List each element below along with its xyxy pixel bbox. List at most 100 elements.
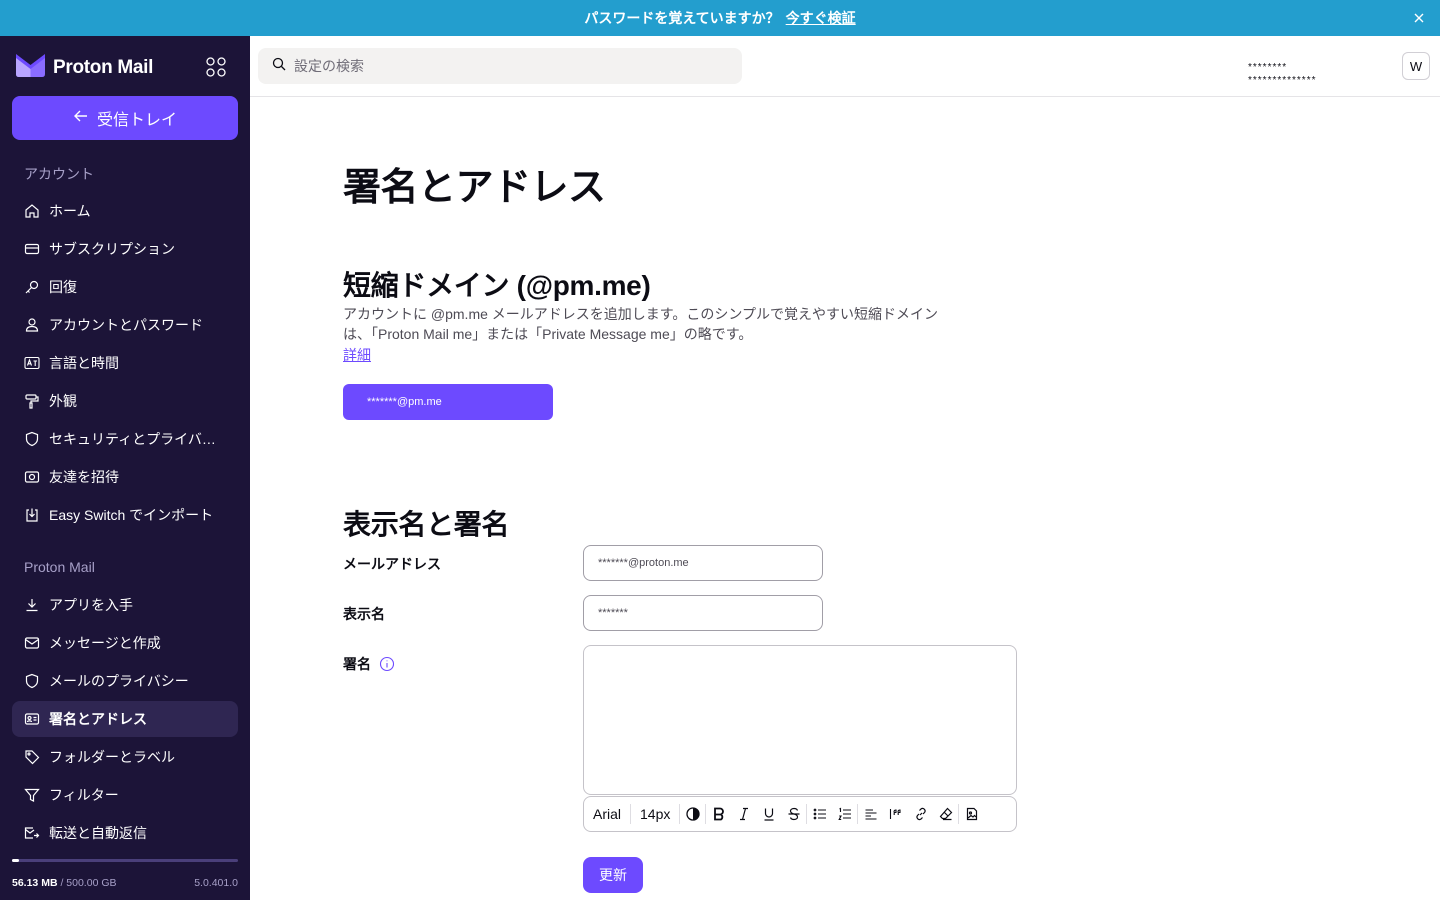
learn-more-link[interactable]: 詳細 <box>343 345 371 365</box>
search-icon <box>272 57 286 76</box>
underline-icon[interactable] <box>756 797 781 831</box>
signature-toolbar: Arial 14px <box>583 796 1017 832</box>
sidebar-item-label: 友達を招待 <box>49 469 119 485</box>
sidebar-item-label: 言語と時間 <box>49 355 119 371</box>
sidebar-item-label: メッセージと作成 <box>49 635 161 651</box>
sidebar: Proton Mail 受信トレイ アカウント ホーム サブスクリプション 回復… <box>0 36 250 900</box>
account-section-title: アカウント <box>24 166 94 182</box>
sidebar-item-home[interactable]: ホーム <box>12 193 238 229</box>
email-address-label: メールアドレス <box>343 556 441 572</box>
sidebar-item-folders-labels[interactable]: フォルダーとラベル <box>12 739 238 775</box>
sidebar-item-language-time[interactable]: 言語と時間 <box>12 345 238 381</box>
sidebar-item-appearance[interactable]: 外観 <box>12 383 238 419</box>
shield-icon <box>24 673 40 689</box>
sidebar-item-label: 転送と自動返信 <box>49 825 147 841</box>
settings-search[interactable] <box>258 48 742 84</box>
envelope-icon <box>24 635 40 651</box>
storage-total: / 500.00 GB <box>60 877 117 889</box>
sidebar-item-security-privacy[interactable]: セキュリティとプライバシー <box>12 421 238 457</box>
back-to-inbox-button[interactable]: 受信トレイ <box>12 96 238 140</box>
user-email: ************** <box>1248 75 1317 86</box>
key-icon <box>24 279 40 295</box>
apps-grid-icon[interactable] <box>204 55 228 79</box>
short-domain-heading: 短縮ドメイン (@pm.me) <box>343 270 651 301</box>
proton-mail-logo-icon <box>16 54 45 82</box>
sidebar-item-label: メールのプライバシー <box>49 673 189 689</box>
font-family-select[interactable]: Arial <box>584 797 630 831</box>
storage-used: 56.13 MB <box>12 877 58 889</box>
italic-icon[interactable] <box>731 797 756 831</box>
sidebar-item-subscription[interactable]: サブスクリプション <box>12 231 238 267</box>
home-icon <box>24 203 40 219</box>
activate-pm-address-button[interactable]: *******@pm.me <box>343 384 553 420</box>
eraser-icon[interactable] <box>933 797 958 831</box>
verify-password-banner: パスワードを覚えていますか？ 今すぐ検証 <box>0 0 1440 36</box>
short-domain-description: アカウントに @pm.me メールアドレスを追加します。このシンプルで覚えやすい… <box>343 306 938 342</box>
sidebar-item-label: 外観 <box>49 393 77 409</box>
storage-progress-fill <box>12 859 19 862</box>
link-icon[interactable] <box>908 797 933 831</box>
brand[interactable]: Proton Mail <box>16 54 153 82</box>
display-name-field[interactable]: ******* <box>583 595 823 631</box>
sidebar-item-label: 回復 <box>49 279 77 295</box>
forward-icon <box>24 825 40 841</box>
quote-icon[interactable] <box>883 797 908 831</box>
sidebar-item-forwarding-auto-reply[interactable]: 転送と自動返信 <box>12 815 238 851</box>
verify-now-link[interactable]: 今すぐ検証 <box>786 8 856 28</box>
sidebar-item-label: フィルター <box>49 787 119 803</box>
sidebar-item-recovery[interactable]: 回復 <box>12 269 238 305</box>
strikethrough-icon[interactable] <box>781 797 806 831</box>
sidebar-item-email-privacy[interactable]: メールのプライバシー <box>12 663 238 699</box>
user-name: ******** <box>1248 62 1288 73</box>
contrast-icon[interactable] <box>680 797 705 831</box>
info-icon[interactable] <box>379 656 395 672</box>
paint-roller-icon <box>24 393 40 409</box>
user-info[interactable]: ******** ************** <box>1248 61 1316 87</box>
bold-icon[interactable] <box>706 797 731 831</box>
id-card-icon <box>24 711 40 727</box>
insert-image-icon[interactable] <box>959 797 984 831</box>
arrow-left-icon <box>73 108 97 129</box>
storage-progress-bar <box>12 859 238 862</box>
sidebar-item-label: フォルダーとラベル <box>49 749 175 765</box>
sidebar-item-signatures-addresses[interactable]: 署名とアドレス <box>12 701 238 737</box>
app-version: 5.0.401.0 <box>194 877 238 889</box>
font-size-select[interactable]: 14px <box>631 797 679 831</box>
credit-card-icon <box>24 241 40 257</box>
numbered-list-icon[interactable] <box>832 797 857 831</box>
tag-icon <box>24 749 40 765</box>
sidebar-item-label: セキュリティとプライバシー <box>49 431 229 447</box>
sidebar-item-get-apps[interactable]: アプリを入手 <box>12 587 238 623</box>
sidebar-item-label: アプリを入手 <box>49 597 133 613</box>
language-icon <box>24 355 40 371</box>
sidebar-item-label: ホーム <box>49 203 91 219</box>
avatar[interactable]: W <box>1402 52 1430 80</box>
download-icon <box>24 597 40 613</box>
storage-usage: 56.13 MB / 500.00 GB <box>12 877 117 889</box>
sidebar-item-invite-friends[interactable]: 友達を招待 <box>12 459 238 495</box>
sidebar-item-label: 署名とアドレス <box>49 711 147 727</box>
sidebar-item-label: サブスクリプション <box>49 241 175 257</box>
sidebar-item-messages-composing[interactable]: メッセージと作成 <box>12 625 238 661</box>
update-button[interactable]: 更新 <box>583 857 643 893</box>
sidebar-item-easy-switch-import[interactable]: Easy Switch でインポート <box>12 497 238 533</box>
close-icon[interactable] <box>1410 9 1428 27</box>
signature-label: 署名 <box>343 656 371 672</box>
brand-name: Proton Mail <box>53 57 154 78</box>
sidebar-item-filters[interactable]: フィルター <box>12 777 238 813</box>
email-address-select[interactable]: *******@proton.me <box>583 545 823 581</box>
display-name-signature-heading: 表示名と署名 <box>343 509 510 540</box>
filter-icon <box>24 787 40 803</box>
sidebar-item-label: Easy Switch でインポート <box>49 507 214 523</box>
search-input[interactable] <box>294 58 714 74</box>
import-icon <box>24 507 40 523</box>
shield-icon <box>24 431 40 447</box>
signature-editor[interactable] <box>583 645 1017 795</box>
top-bar: ******** ************** W <box>250 36 1440 97</box>
sidebar-item-label: アカウントとパスワード <box>49 317 203 333</box>
display-name-label: 表示名 <box>343 606 385 622</box>
align-left-icon[interactable] <box>858 797 883 831</box>
sidebar-item-account-password[interactable]: アカウントとパスワード <box>12 307 238 343</box>
bulleted-list-icon[interactable] <box>807 797 832 831</box>
proton-mail-section-title: Proton Mail <box>24 559 95 575</box>
